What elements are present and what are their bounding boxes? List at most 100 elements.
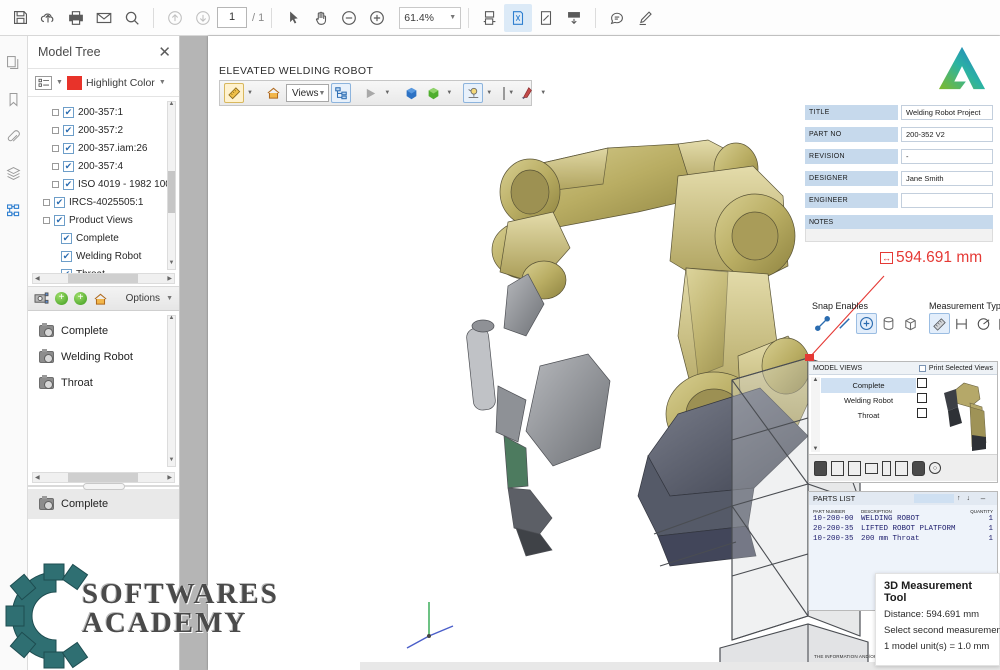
table-row[interactable]: 10-200-35 200 mm Throat 1 [809,534,997,544]
views-scroll-down-icon[interactable]: ▼ [167,456,176,465]
form-value-field[interactable]: - [901,149,993,164]
tree-checkbox[interactable]: ✔ [63,160,74,172]
form-value-field[interactable]: Welding Robot Project [901,105,993,120]
measure-caliper-icon[interactable] [951,313,972,334]
snap-line-icon[interactable] [834,313,855,334]
views-horizontal-scrollbar[interactable]: ◀ ▶ [32,472,175,483]
print-selected-views-checkbox[interactable] [918,364,926,372]
form-value-field[interactable] [901,193,993,208]
view-right-icon[interactable] [882,460,891,476]
scroll-left-icon-2[interactable]: ◀ [33,474,42,481]
model-views-list[interactable]: Complete Welding Robot Throat [821,378,916,423]
view-list-item[interactable]: Welding Robot [28,344,179,370]
view-left-icon[interactable] [848,460,861,476]
mv-scroll-up-icon[interactable]: ▲ [811,377,820,383]
tree-expander[interactable] [52,126,59,134]
view-bottom-icon[interactable] [895,460,908,476]
views-hscroll-thumb[interactable] [67,473,138,482]
tree-checkbox[interactable]: ✔ [54,196,65,208]
select-arrow-icon[interactable] [279,4,307,32]
notes-field[interactable] [805,229,993,242]
tree-scroll-up-icon[interactable]: ▲ [167,100,176,109]
hscroll-thumb[interactable] [67,274,138,283]
attachment-icon[interactable] [4,126,24,146]
selected-view-item[interactable]: Complete [28,489,179,519]
views-scroll-up-icon[interactable]: ▲ [167,314,176,323]
measure-angle-icon[interactable] [995,313,1000,334]
search-icon[interactable] [118,4,146,32]
snap-endpoint-icon[interactable] [812,313,833,334]
fit-page-icon[interactable] [504,3,533,32]
tree-item[interactable]: ✔ 200-357:1 [28,103,179,121]
zoom-level-select[interactable]: 61.4% ▼ [399,6,462,29]
tree-scrollbar-thumb[interactable] [168,171,175,213]
tree-item[interactable]: ✔ ISO 4019 - 1982 100 [28,175,179,193]
scroll-right-icon[interactable]: ▶ [165,275,174,282]
tree-expander[interactable] [52,180,59,188]
view-reset-icon[interactable]: ○ [929,462,941,474]
view-front-icon[interactable] [814,460,827,476]
view-list-item[interactable]: Complete [28,318,179,344]
table-row[interactable]: 20-200-35 LIFTED ROBOT PLATFORM 1 [809,524,997,534]
mv-scroll-down-icon[interactable]: ▼ [811,446,820,452]
home-view-icon[interactable] [93,291,108,306]
tree-checkbox[interactable]: ✔ [63,142,74,154]
tree-checkbox[interactable]: ✔ [61,232,72,244]
view-list-item[interactable]: Throat [28,370,179,396]
measure-radius-icon[interactable] [973,313,994,334]
comment-icon[interactable] [603,4,631,32]
close-icon[interactable]: ✕ [158,45,171,60]
parts-list-search-box[interactable] [914,494,954,503]
tree-item[interactable]: ✔ IRCS-4025505:1 [28,193,179,211]
tree-horizontal-scrollbar[interactable]: ◀ ▶ [32,273,175,284]
zoom-out-icon[interactable] [335,4,363,32]
sort-descending-icon[interactable]: ↓ [967,495,971,502]
views-list[interactable]: Complete Welding Robot Throat ▲ ▼ ◀ ▶ [28,311,179,486]
tree-checkbox[interactable]: ✔ [54,214,65,226]
views-options-button[interactable]: Options [126,293,160,304]
tree-checkbox[interactable]: ✔ [63,124,74,136]
model-view-item[interactable]: Welding Robot [821,393,916,408]
measure-distance-icon[interactable] [929,313,950,334]
model-tree-icon[interactable] [4,200,24,220]
tree-item[interactable]: ✔ Complete [28,229,179,247]
model-view-checkbox-3[interactable] [917,408,927,418]
model-view-item[interactable]: Complete [821,378,916,393]
tree-expander[interactable] [52,144,59,152]
tree-item[interactable]: ✔ 200-357:2 [28,121,179,139]
snap-circle-center-icon[interactable] [856,313,877,334]
view-top-icon[interactable] [865,462,878,474]
views-scrollbar-track[interactable] [167,315,176,467]
chevron-down-icon-3[interactable]: ▼ [166,295,173,302]
tree-expander[interactable] [52,108,59,116]
snap-face-icon[interactable] [900,313,921,334]
tree-checkbox[interactable]: ✔ [63,178,74,190]
tree-expander[interactable] [43,216,50,224]
model-tree-list[interactable]: ✔ 200-357:1 ✔ 200-357:2 ✔ 200-357.iam:26 ✔ 200-… [28,97,179,287]
save-icon[interactable] [6,4,34,32]
page-number-input[interactable]: 1 [217,7,247,28]
tree-item[interactable]: ✔ 200-357.iam:26 [28,139,179,157]
chevron-down-icon-2[interactable]: ▼ [159,79,166,86]
sort-ascending-icon[interactable]: ↑ [957,495,961,502]
minimize-icon[interactable]: – [973,494,993,503]
previous-page-icon[interactable] [161,4,189,32]
zoom-in-icon[interactable] [363,4,391,32]
fit-width-icon[interactable] [476,4,504,32]
tree-item[interactable]: ✔ Welding Robot [28,247,179,265]
page-thumbnails-icon[interactable] [4,52,24,72]
form-value-field[interactable]: 200-352 V2 [901,127,993,142]
snap-cylinder-icon[interactable] [878,313,899,334]
tree-expander[interactable] [52,162,59,170]
view-iso-icon[interactable] [912,460,925,476]
tree-item[interactable]: ✔ Product Views [28,211,179,229]
add-view-icon[interactable]: + [55,292,68,305]
fit-screen-icon[interactable] [532,4,560,32]
chevron-down-icon[interactable]: ▼ [56,79,63,86]
highlight-color-swatch[interactable] [66,75,82,90]
pan-hand-icon[interactable] [307,4,335,32]
scroll-right-icon-2[interactable]: ▶ [165,474,174,481]
tree-scroll-down-icon[interactable]: ▼ [167,259,176,268]
form-value-field[interactable]: Jane Smith [901,171,993,186]
model-view-checkbox-2[interactable] [917,393,927,403]
